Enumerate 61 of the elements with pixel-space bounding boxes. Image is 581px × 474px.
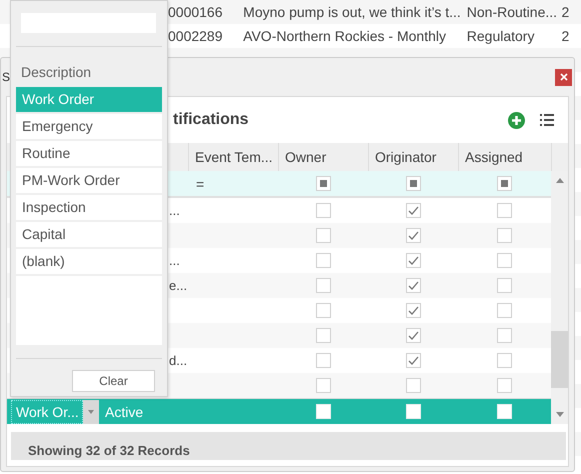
checkbox[interactable] [316, 278, 330, 293]
checkbox[interactable] [497, 353, 512, 368]
checkbox[interactable] [406, 303, 420, 318]
table-cell: Regulatory [466, 28, 534, 44]
filter-checkbox[interactable] [406, 176, 420, 191]
checkbox[interactable] [497, 328, 512, 343]
filter-operator[interactable]: = [196, 176, 204, 192]
table-cell: ... [169, 253, 180, 268]
list-item[interactable]: Routine [16, 141, 162, 168]
checkbox[interactable] [406, 328, 420, 343]
table-cell: Moyno pump is out, we think it’s t... [243, 4, 461, 20]
table-cell: 2 [561, 4, 570, 20]
checkbox[interactable] [406, 203, 420, 218]
scroll-down-icon[interactable] [556, 412, 564, 417]
scroll-up-icon[interactable] [556, 178, 564, 183]
checkbox[interactable] [316, 253, 330, 268]
checkbox[interactable] [497, 203, 512, 218]
checkbox[interactable] [316, 228, 330, 243]
add-icon[interactable] [508, 112, 525, 128]
checkbox[interactable] [406, 278, 420, 293]
list-item[interactable]: Inspection [16, 195, 162, 222]
checkbox[interactable] [316, 203, 330, 218]
checkbox[interactable] [406, 228, 420, 243]
dropdown-button[interactable] [83, 400, 99, 424]
checkbox[interactable] [316, 353, 330, 368]
table-cell: Active [105, 404, 144, 420]
scroll-thumb[interactable] [551, 331, 568, 388]
table-cell: 0002289 [168, 28, 223, 44]
checkbox[interactable] [316, 378, 330, 393]
table-cell: AVO-Northern Rockies - Monthly [243, 28, 446, 44]
checkbox[interactable] [406, 353, 420, 368]
scrollbar[interactable] [551, 171, 568, 424]
table-cell: Non-Routine... [466, 4, 558, 20]
close-button[interactable] [555, 68, 572, 86]
clear-button[interactable]: Clear [72, 370, 155, 392]
table-cell: ... [169, 203, 180, 218]
checkbox[interactable] [316, 303, 330, 318]
checkbox[interactable] [497, 378, 512, 393]
table-cell: 2 [561, 28, 570, 44]
list-item[interactable]: Capital [16, 222, 162, 249]
table-cell: 0000166 [168, 4, 223, 20]
list-item[interactable]: Emergency [16, 114, 162, 141]
list-header: Description [21, 64, 92, 80]
record-count: Showing 32 of 32 Records [28, 443, 190, 458]
checkbox[interactable] [406, 253, 420, 268]
list-item[interactable]: (blank) [16, 249, 162, 276]
panel-title: tifications [173, 111, 250, 129]
list-icon[interactable] [540, 114, 554, 126]
table-cell: d... [169, 353, 188, 368]
close-icon [560, 73, 568, 81]
checkbox[interactable] [497, 278, 512, 293]
checkbox[interactable] [497, 253, 512, 268]
filter-checkbox[interactable] [497, 176, 512, 191]
list-item[interactable]: PM-Work Order [16, 168, 162, 195]
checkbox[interactable] [497, 303, 512, 318]
window-title: S [2, 70, 10, 84]
checkbox[interactable] [406, 378, 420, 393]
filter-checkbox[interactable] [316, 176, 330, 191]
checkbox[interactable] [497, 228, 512, 243]
checkbox[interactable] [316, 328, 330, 343]
table-cell: e... [169, 278, 188, 293]
